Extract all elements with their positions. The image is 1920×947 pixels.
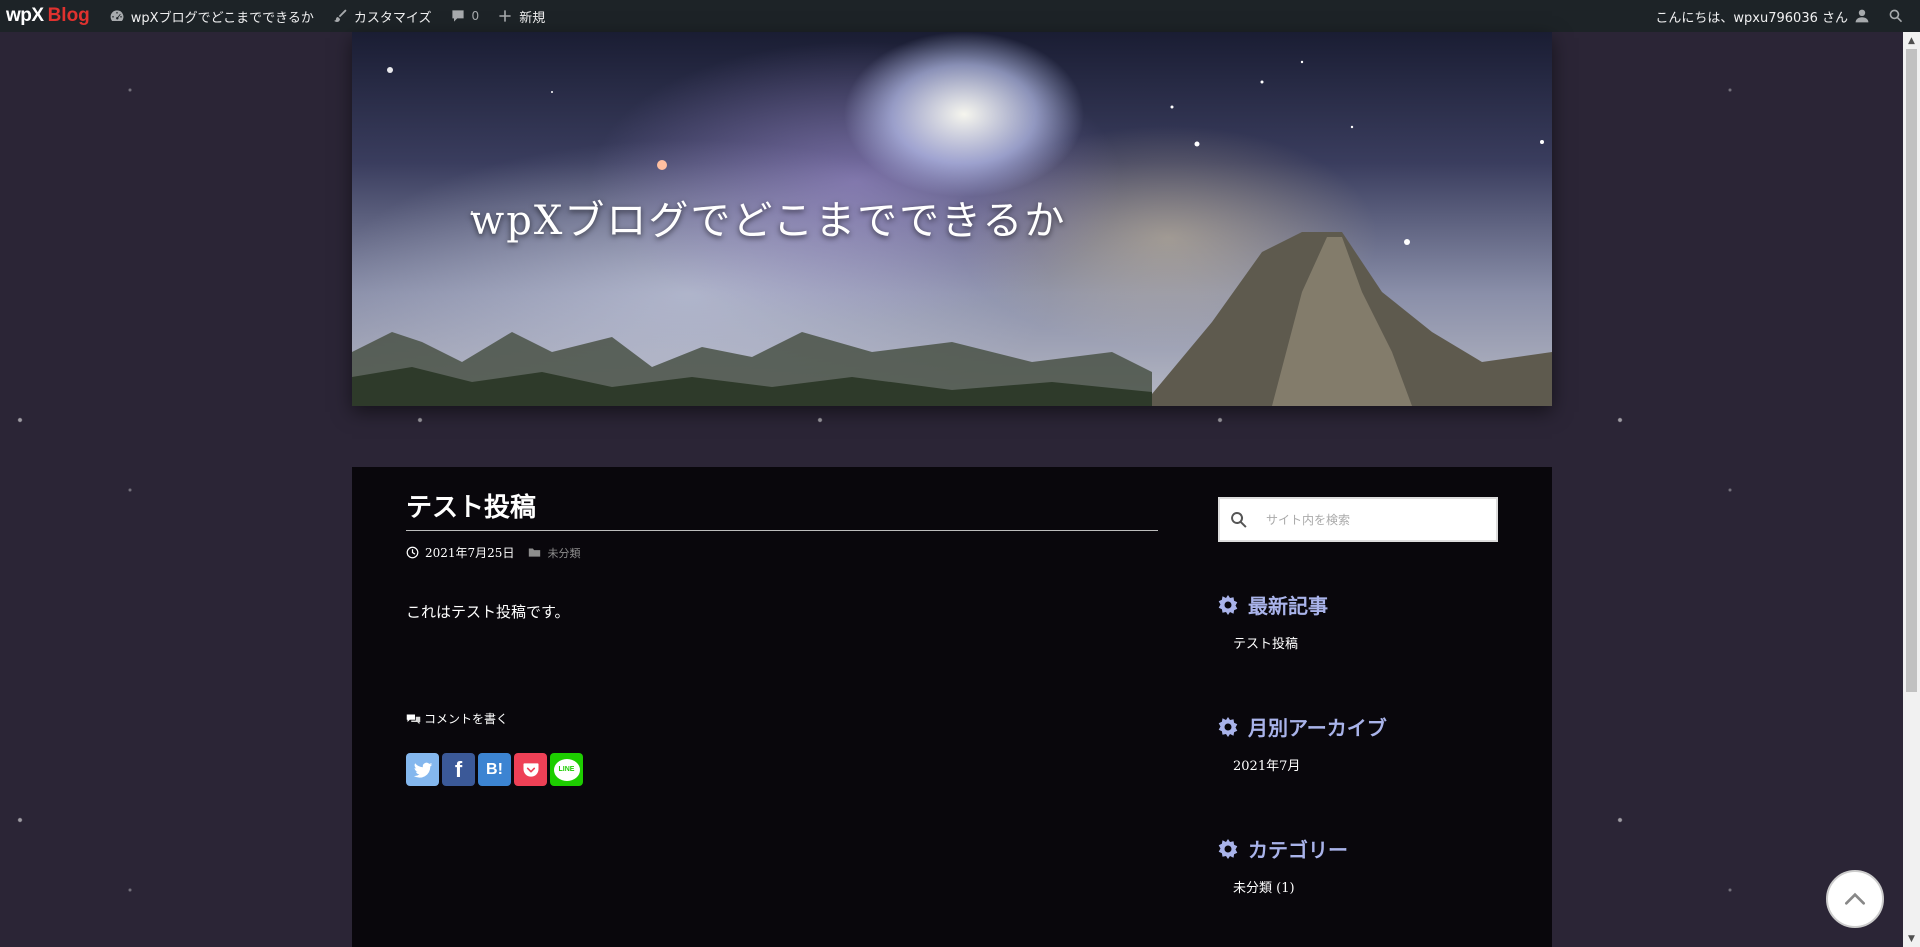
wpx-blog-logo[interactable]: wpX Blog (0, 5, 100, 27)
user-icon (1855, 9, 1869, 23)
scroll-down-arrow[interactable]: ▼ (1903, 930, 1920, 947)
category-label: カテゴリー (1248, 838, 1348, 862)
admin-bar-secondary: こんにちは、wpxu796036 さん (1646, 0, 1920, 32)
line-icon: LINE (553, 758, 580, 781)
post-meta: 2021年7月25日 未分類 (406, 544, 1158, 561)
post-category[interactable]: 未分類 (528, 545, 580, 561)
recent-posts-list: テスト投稿 (1218, 633, 1498, 652)
write-comment-label: コメントを書く (424, 712, 509, 726)
category-widget: カテゴリー 未分類 (1) (1218, 834, 1498, 896)
post-title: テスト投稿 (406, 487, 1158, 531)
share-twitter-button[interactable] (406, 753, 439, 786)
sidebar-search-button[interactable] (1220, 510, 1258, 530)
scroll-thumb[interactable] (1906, 49, 1917, 692)
gear-icon (1218, 716, 1238, 737)
archive-widget: 月別アーカイブ 2021年7月 (1218, 712, 1498, 774)
new-label: 新規 (519, 10, 546, 26)
plus-icon (499, 10, 511, 22)
share-facebook-button[interactable]: f (442, 753, 475, 786)
post-body: これはテスト投稿です。 (406, 603, 570, 621)
archive-item[interactable]: 2021年7月 (1233, 755, 1498, 774)
comments-menu[interactable]: 0 (441, 0, 489, 32)
share-buttons: f B! LINE (406, 753, 1158, 786)
folder-icon (529, 548, 541, 557)
archive-list: 2021年7月 (1218, 755, 1498, 774)
archive-label: 月別アーカイブ (1248, 716, 1387, 740)
hatena-icon: B! (486, 760, 503, 778)
sidebar: 最新記事 テスト投稿 月別アーカイブ 2021年7月 カテゴリー 未分類 (1) (1218, 497, 1498, 896)
new-content-menu[interactable]: 新規 (488, 0, 554, 32)
logo-blog-text: Blog (47, 5, 90, 26)
scroll-up-arrow[interactable]: ▲ (1903, 32, 1920, 49)
article: テスト投稿 2021年7月25日 未分類 これはテスト投稿です。 コメントを書く… (406, 487, 1158, 786)
site-name-menu[interactable]: wpXブログでどこまでできるか (100, 0, 323, 32)
clock-icon (406, 546, 419, 559)
dashboard-icon (110, 10, 124, 21)
page-scrollbar[interactable]: ▲ ▼ (1903, 32, 1920, 947)
site-name-label: wpXブログでどこまでできるか (130, 10, 314, 26)
post-category-label: 未分類 (547, 546, 581, 560)
share-line-button[interactable]: LINE (550, 753, 583, 786)
line-icon-label: LINE (558, 766, 575, 773)
category-list: 未分類 (1) (1218, 877, 1498, 896)
customize-label: カスタマイズ (353, 10, 432, 26)
site-header: wpXブログでどこまでできるか (352, 32, 1552, 406)
magnifier-icon (1231, 511, 1247, 528)
chevron-up-icon (1844, 892, 1866, 905)
post-date: 2021年7月25日 (425, 546, 515, 560)
write-comment-link[interactable]: コメントを書く (406, 710, 1158, 727)
search-icon (1889, 9, 1903, 23)
share-pocket-button[interactable] (514, 753, 547, 786)
recent-post-item[interactable]: テスト投稿 (1233, 633, 1498, 652)
facebook-icon: f (454, 756, 463, 782)
my-account-menu[interactable]: こんにちは、wpxu796036 さん (1646, 0, 1879, 32)
archive-title: 月別アーカイブ (1218, 712, 1498, 741)
brush-icon (333, 9, 347, 22)
pocket-icon (523, 762, 538, 777)
recent-posts-title: 最新記事 (1218, 590, 1498, 619)
share-hatena-button[interactable]: B! (478, 753, 511, 786)
recent-posts-label: 最新記事 (1248, 594, 1328, 618)
admin-search-button[interactable] (1879, 0, 1920, 32)
greeting-label: こんにちは、wpxu796036 さん (1655, 10, 1848, 26)
gear-icon (1218, 838, 1238, 859)
site-title[interactable]: wpXブログでどこまでできるか (470, 188, 1066, 246)
gear-icon (1218, 594, 1238, 615)
logo-wpx-text: wpX (6, 5, 44, 26)
main-content: テスト投稿 2021年7月25日 未分類 これはテスト投稿です。 コメントを書く… (352, 467, 1552, 947)
back-to-top-button[interactable] (1826, 870, 1884, 928)
category-item[interactable]: 未分類 (1) (1233, 877, 1498, 896)
sidebar-search-input[interactable] (1258, 500, 1494, 539)
admin-bar: wpX Blog wpXブログでどこまでできるか カスタマイズ 0 新規 こんに… (0, 0, 1920, 32)
customize-menu[interactable]: カスタマイズ (323, 0, 441, 32)
recent-posts-widget: 最新記事 テスト投稿 (1218, 590, 1498, 652)
comments-count: 0 (471, 9, 480, 23)
comments-icon (406, 714, 421, 724)
category-title: カテゴリー (1218, 834, 1498, 863)
twitter-icon (413, 762, 432, 778)
comment-icon (451, 10, 464, 22)
sidebar-search (1218, 497, 1498, 542)
